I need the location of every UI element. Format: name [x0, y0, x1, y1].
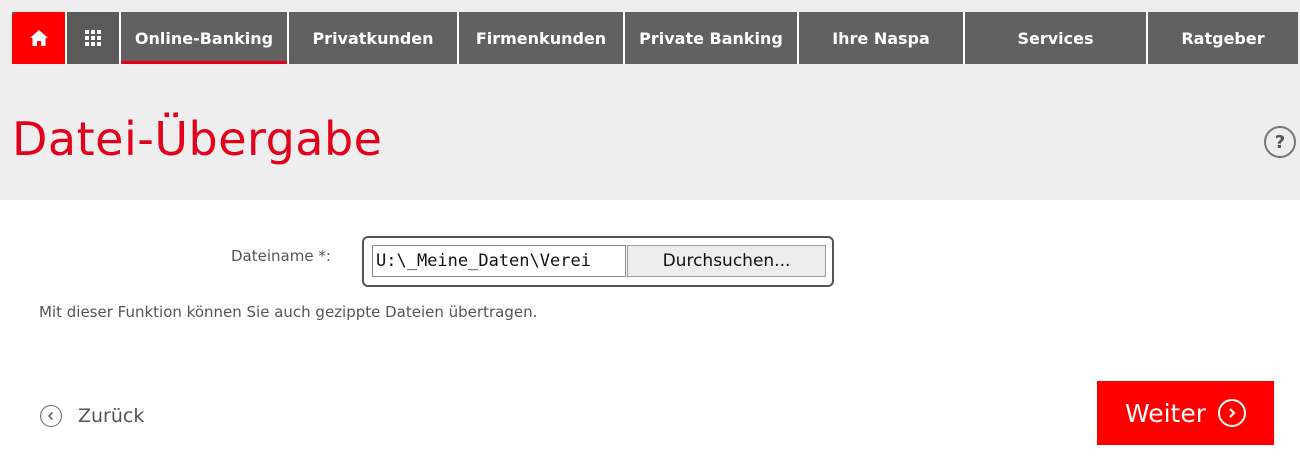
upload-hint-text: Mit dieser Funktion können Sie auch gezi…: [39, 303, 538, 321]
home-icon: [29, 30, 48, 46]
browse-button[interactable]: Durchsuchen...: [627, 245, 826, 277]
back-link[interactable]: Zurück: [40, 403, 144, 429]
nav-item-services[interactable]: Services: [963, 12, 1146, 64]
apps-menu-button[interactable]: [65, 12, 119, 64]
nav-item-privatkunden[interactable]: Privatkunden: [287, 12, 457, 64]
nav-item-online-banking[interactable]: Online-Banking: [119, 12, 287, 64]
help-icon[interactable]: ?: [1264, 126, 1296, 158]
chevron-left-circle-icon: [40, 405, 62, 427]
next-button[interactable]: Weiter: [1097, 381, 1274, 445]
file-path-field[interactable]: U:\_Meine_Daten\Verei: [372, 245, 626, 277]
nav-item-ratgeber[interactable]: Ratgeber: [1146, 12, 1298, 64]
main-navigation: Online-Banking Privatkunden Firmenkunden…: [12, 12, 1298, 64]
home-button[interactable]: [12, 12, 65, 64]
next-label: Weiter: [1124, 398, 1207, 428]
nav-item-private-banking[interactable]: Private Banking: [623, 12, 797, 64]
grid-icon: [85, 30, 101, 46]
nav-item-ihre-naspa[interactable]: Ihre Naspa: [797, 12, 963, 64]
back-label: Zurück: [78, 405, 145, 427]
chevron-right-circle-icon: [1218, 399, 1247, 427]
filename-label: Dateiname *:: [231, 247, 331, 265]
nav-item-firmenkunden[interactable]: Firmenkunden: [457, 12, 623, 64]
page-title: Datei-Übergabe: [12, 112, 383, 166]
